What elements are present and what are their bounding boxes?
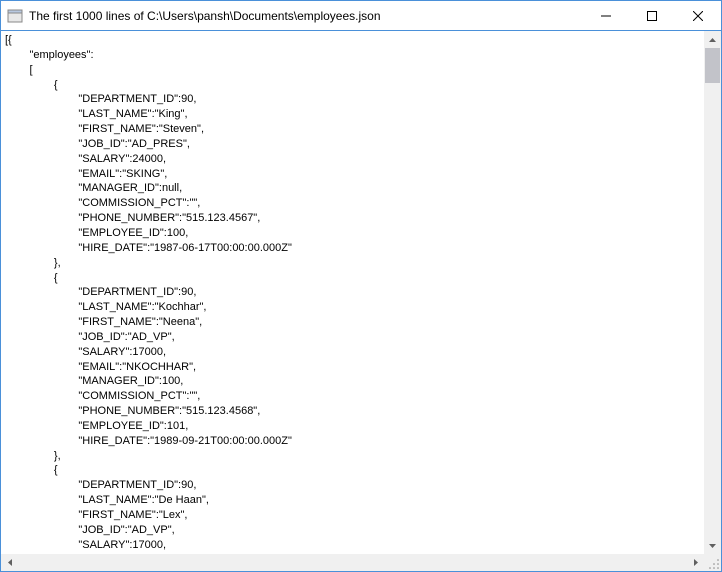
close-button[interactable]	[675, 1, 721, 31]
titlebar: The first 1000 lines of C:\Users\pansh\D…	[1, 1, 721, 31]
vertical-scroll-thumb[interactable]	[705, 48, 720, 83]
maximize-button[interactable]	[629, 1, 675, 31]
window-title: The first 1000 lines of C:\Users\pansh\D…	[29, 9, 583, 23]
resize-grip[interactable]	[704, 554, 721, 571]
content-wrapper: [{ "employees": [ { "DEPARTMENT_ID":90, …	[1, 31, 721, 571]
scroll-down-arrow[interactable]	[704, 537, 721, 554]
vertical-scroll-track[interactable]	[704, 48, 721, 537]
app-icon	[7, 8, 23, 24]
horizontal-scrollbar[interactable]	[1, 554, 704, 571]
window-controls	[583, 1, 721, 30]
scroll-left-arrow[interactable]	[1, 554, 18, 571]
minimize-button[interactable]	[583, 1, 629, 31]
vertical-scrollbar[interactable]	[704, 31, 721, 554]
scroll-right-arrow[interactable]	[687, 554, 704, 571]
text-content[interactable]: [{ "employees": [ { "DEPARTMENT_ID":90, …	[1, 31, 704, 554]
scroll-up-arrow[interactable]	[704, 31, 721, 48]
horizontal-scroll-track[interactable]	[18, 554, 687, 571]
